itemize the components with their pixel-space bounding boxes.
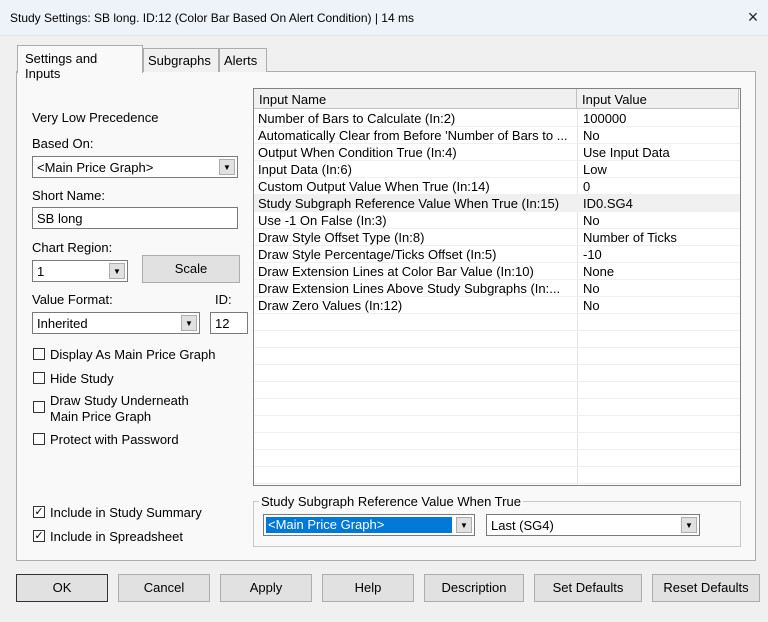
input-value-cell[interactable]: None xyxy=(583,264,614,279)
input-name-cell: Draw Extension Lines Above Study Subgrap… xyxy=(258,281,561,296)
table-row[interactable]: Draw Style Percentage/Ticks Offset (In:5… xyxy=(254,246,740,263)
short-name-label: Short Name: xyxy=(32,188,105,203)
tab-settings-and-inputs[interactable]: Settings and Inputs xyxy=(17,45,143,81)
empty-row xyxy=(254,365,740,382)
table-row[interactable]: Draw Style Offset Type (In:8) Number of T… xyxy=(254,229,740,246)
input-name-cell: Output When Condition True (In:4) xyxy=(258,145,457,160)
empty-row xyxy=(254,348,740,365)
chevron-down-icon: ▼ xyxy=(219,159,235,175)
value-format-select[interactable]: Inherited ▼ xyxy=(32,312,200,334)
input-name-cell: Draw Style Offset Type (In:8) xyxy=(258,230,425,245)
table-row[interactable]: Draw Extension Lines Above Study Subgrap… xyxy=(254,280,740,297)
inputs-table: Input Name Input Value Number of Bars to… xyxy=(253,88,741,486)
input-name-cell: Draw Zero Values (In:12) xyxy=(258,298,403,313)
table-row[interactable]: Output When Condition True (In:4) Use Inp… xyxy=(254,144,740,161)
protect-password-checkbox[interactable] xyxy=(33,433,45,445)
empty-row xyxy=(254,416,740,433)
input-name-cell: Number of Bars to Calculate (In:2) xyxy=(258,111,456,126)
value-format-label: Value Format: xyxy=(32,292,113,307)
header-input-value[interactable]: Input Value xyxy=(577,89,739,109)
value-format-value: Inherited xyxy=(37,316,88,331)
reference-subgraph-value: Last (SG4) xyxy=(491,518,554,533)
table-row[interactable]: Number of Bars to Calculate (In:2) 100000 xyxy=(254,110,740,127)
input-value-cell[interactable]: 0 xyxy=(583,179,590,194)
include-summary-checkbox[interactable]: ✓ xyxy=(33,506,45,518)
input-value-cell[interactable]: No xyxy=(583,281,600,296)
id-label: ID: xyxy=(215,292,232,307)
chart-region-select[interactable]: 1 ▼ xyxy=(32,260,128,282)
empty-row xyxy=(254,467,740,484)
include-spreadsheet-label: Include in Spreadsheet xyxy=(50,529,183,544)
input-value-cell[interactable]: No xyxy=(583,213,600,228)
empty-row xyxy=(254,314,740,331)
chevron-down-icon: ▼ xyxy=(456,517,472,533)
table-row[interactable]: Automatically Clear from Before 'Number … xyxy=(254,127,740,144)
table-row[interactable]: Custom Output Value When True (In:14) 0 xyxy=(254,178,740,195)
hide-study-checkbox[interactable] xyxy=(33,372,45,384)
input-name-cell: Study Subgraph Reference Value When True… xyxy=(258,196,560,211)
header-input-name[interactable]: Input Name xyxy=(254,89,577,109)
include-spreadsheet-checkbox[interactable]: ✓ xyxy=(33,530,45,542)
chart-region-label: Chart Region: xyxy=(32,240,113,255)
apply-button[interactable]: Apply xyxy=(220,574,312,602)
empty-row xyxy=(254,433,740,450)
reference-group-label: Study Subgraph Reference Value When True xyxy=(259,494,523,509)
reference-study-select[interactable]: <Main Price Graph> ▼ xyxy=(263,514,475,536)
hide-study-label: Hide Study xyxy=(50,371,114,386)
table-row[interactable]: Draw Zero Values (In:12) No xyxy=(254,297,740,314)
precedence-label: Very Low Precedence xyxy=(32,110,159,125)
empty-row xyxy=(254,450,740,467)
draw-underneath-label: Draw Study Underneath xyxy=(50,393,189,408)
input-value-cell[interactable]: Low xyxy=(583,162,607,177)
description-button[interactable]: Description xyxy=(424,574,524,602)
input-name-cell: Custom Output Value When True (In:14) xyxy=(258,179,490,194)
empty-row xyxy=(254,399,740,416)
empty-row xyxy=(254,382,740,399)
reference-subgraph-select[interactable]: Last (SG4) ▼ xyxy=(486,514,700,536)
set-defaults-button[interactable]: Set Defaults xyxy=(534,574,642,602)
protect-password-label: Protect with Password xyxy=(50,432,179,447)
short-name-input[interactable]: SB long xyxy=(32,207,238,229)
based-on-value: <Main Price Graph> xyxy=(37,160,154,175)
input-name-cell: Draw Style Percentage/Ticks Offset (In:5… xyxy=(258,247,497,262)
tab-alerts[interactable]: Alerts xyxy=(219,48,267,72)
based-on-label: Based On: xyxy=(32,136,94,151)
chart-region-value: 1 xyxy=(37,264,45,279)
table-row[interactable]: Input Data (In:6) Low xyxy=(254,161,740,178)
display-as-main-checkbox[interactable] xyxy=(33,348,45,360)
input-value-cell[interactable]: No xyxy=(583,128,600,143)
close-icon[interactable]: × xyxy=(742,6,764,28)
scale-button[interactable]: Scale xyxy=(142,255,240,283)
input-name-cell: Input Data (In:6) xyxy=(258,162,352,177)
input-value-cell[interactable]: ID0.SG4 xyxy=(583,196,633,211)
empty-row xyxy=(254,331,740,348)
input-value-cell[interactable]: Use Input Data xyxy=(583,145,670,160)
input-value-cell[interactable]: 100000 xyxy=(583,111,626,126)
display-as-main-label: Display As Main Price Graph xyxy=(50,347,216,362)
table-row[interactable]: Draw Extension Lines at Color Bar Value … xyxy=(254,263,740,280)
ok-button[interactable]: OK xyxy=(16,574,108,602)
window-title: Study Settings: SB long. ID:12 (Color Ba… xyxy=(10,11,414,25)
input-value-cell[interactable]: -10 xyxy=(583,247,602,262)
reference-study-value: <Main Price Graph> xyxy=(266,517,452,533)
tab-subgraphs[interactable]: Subgraphs xyxy=(143,48,219,72)
include-summary-label: Include in Study Summary xyxy=(50,505,202,520)
input-name-cell: Use -1 On False (In:3) xyxy=(258,213,387,228)
reset-defaults-button[interactable]: Reset Defaults xyxy=(652,574,760,602)
chevron-down-icon: ▼ xyxy=(181,315,197,331)
cancel-button[interactable]: Cancel xyxy=(118,574,210,602)
input-value-cell[interactable]: No xyxy=(583,298,600,313)
table-row[interactable]: Study Subgraph Reference Value When True… xyxy=(254,195,740,212)
based-on-select[interactable]: <Main Price Graph> ▼ xyxy=(32,156,238,178)
draw-underneath-checkbox[interactable] xyxy=(33,401,45,413)
input-name-cell: Draw Extension Lines at Color Bar Value … xyxy=(258,264,534,279)
help-button[interactable]: Help xyxy=(322,574,414,602)
table-row[interactable]: Use -1 On False (In:3) No xyxy=(254,212,740,229)
chevron-down-icon: ▼ xyxy=(109,263,125,279)
draw-underneath-label-2: Main Price Graph xyxy=(50,409,152,424)
input-name-cell: Automatically Clear from Before 'Number … xyxy=(258,128,568,143)
input-value-cell[interactable]: Number of Ticks xyxy=(583,230,677,245)
id-input[interactable]: 12 xyxy=(210,312,248,334)
chevron-down-icon: ▼ xyxy=(681,517,697,533)
